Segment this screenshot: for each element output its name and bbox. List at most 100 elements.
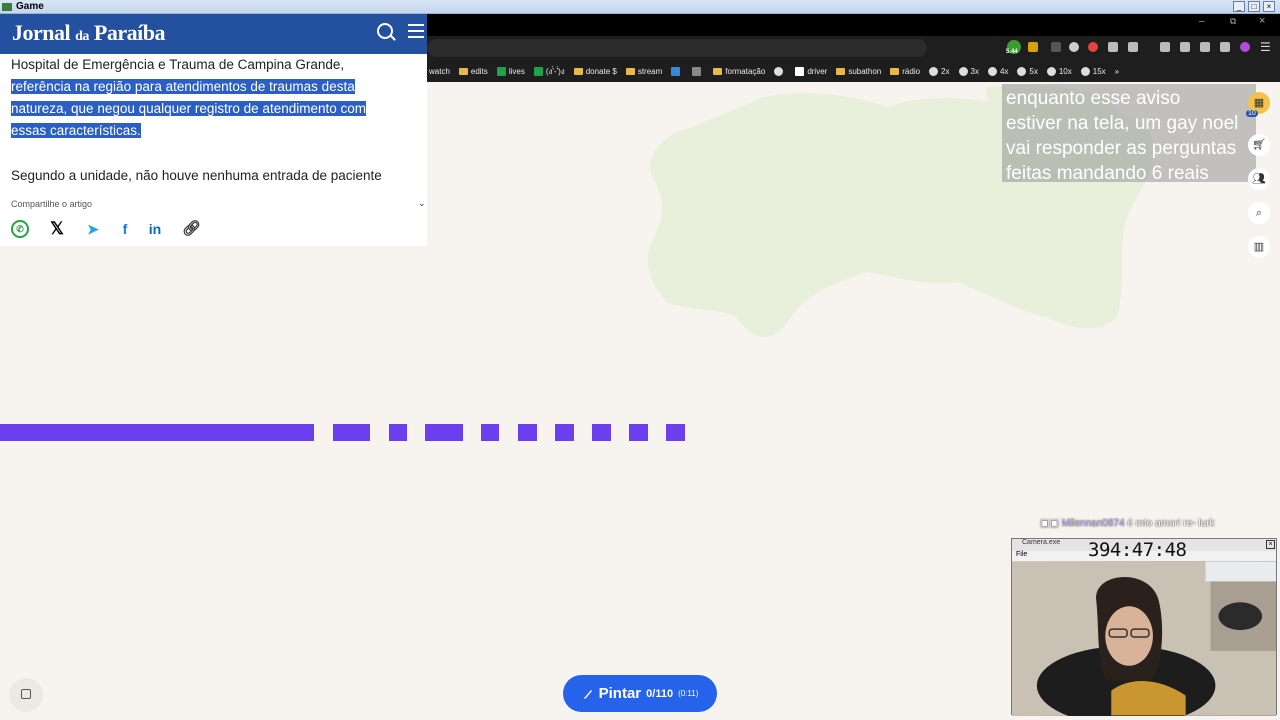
address-bar[interactable] <box>427 39 927 57</box>
minimize-button[interactable]: _ <box>1233 1 1245 12</box>
extension-icon[interactable] <box>1240 42 1250 52</box>
globe-icon <box>929 66 939 76</box>
template-icon <box>21 689 31 699</box>
extension-icon[interactable] <box>1088 42 1098 52</box>
bookmark-label: edits <box>470 66 488 76</box>
bookmark-label: donate $ <box>585 66 617 76</box>
overlay-line: enquanto esse aviso <box>1006 88 1181 109</box>
green-plus-icon <box>496 66 506 76</box>
bookmark-item[interactable]: rádio <box>890 67 920 76</box>
bookmark-label: stream <box>637 66 663 76</box>
pixel-segment <box>481 424 499 441</box>
chevron-down-icon[interactable]: ⌄ <box>418 198 426 209</box>
browser-restore-icon[interactable]: ⧉ <box>1230 16 1236 27</box>
pixel-segment <box>0 424 314 441</box>
link-icon[interactable]: 🔗︎ <box>182 220 201 238</box>
webcam-close-icon[interactable]: × <box>1266 540 1275 549</box>
article-text: Hospital de Emergência e Trauma de Campi… <box>11 57 345 72</box>
folder-icon <box>625 67 635 75</box>
app-icon <box>2 3 12 11</box>
close-button[interactable]: × <box>1263 1 1275 12</box>
bookmark-item[interactable]: 2x <box>929 66 950 76</box>
overlay-line: vai responder as perguntas <box>1006 138 1237 159</box>
bookmark-item[interactable]: donate $ <box>573 66 617 76</box>
bookmark-item[interactable]: 15x <box>1080 66 1106 76</box>
menu-icon[interactable]: ☰ <box>1260 40 1271 54</box>
x-icon[interactable]: 𝕏 <box>48 220 66 238</box>
bookmark-item[interactable]: driver <box>795 66 827 76</box>
globe-icon <box>987 66 997 76</box>
bookmarks-bar: watch edits lives (ง'̀-'́)ง donate $ stream fo… <box>427 60 1280 82</box>
webcam-window: Camera.exe File 394:47:48 × <box>1011 538 1277 716</box>
pixel-segment <box>629 424 648 441</box>
overlay-line: estiver na tela, um gay noel <box>1006 113 1239 134</box>
article-text-selected: referência na região para atendimentos d… <box>11 79 355 94</box>
browser-close-icon[interactable]: × <box>1259 15 1265 27</box>
users-icon[interactable]: 👥︎ <box>1248 168 1270 190</box>
bookmark-item[interactable]: subathon <box>836 67 881 76</box>
chat-message: ▣▣ Milennan0874 é mto amor! re- lurk <box>1040 518 1215 529</box>
bookmark-item[interactable]: 10x <box>1046 66 1072 76</box>
wallet-icon[interactable] <box>1180 42 1190 52</box>
window-titlebar: Game _ □ × <box>0 0 1280 14</box>
stream-overlay-notice: enquanto esse aviso estiver na tela, um … <box>1002 84 1256 184</box>
extension-icon[interactable] <box>1028 42 1038 52</box>
chat-text: é mto amor! re- lurk <box>1127 518 1215 529</box>
extension-icon[interactable] <box>1069 42 1079 52</box>
bookmark-item[interactable]: formatação <box>713 67 765 76</box>
folder-icon <box>890 67 900 75</box>
bookmark-label: 15x <box>1092 66 1106 76</box>
overlay-line: feitas mandando 6 reais <box>1006 163 1209 184</box>
extension-icon[interactable] <box>1108 42 1118 52</box>
facebook-icon[interactable]: f <box>116 220 134 238</box>
globe-icon <box>958 66 968 76</box>
bookmark-item[interactable]: 5x <box>1017 66 1038 76</box>
bookmark-item[interactable]: 4x <box>987 66 1009 76</box>
folder-icon <box>713 67 723 75</box>
browser-toolbar: 5.44 ☰ <box>427 36 1280 60</box>
shield-icon[interactable] <box>1220 42 1230 52</box>
bookmark-item[interactable]: 3x <box>958 66 979 76</box>
pixel-segment <box>333 424 370 441</box>
leaderboard-icon[interactable]: ▥ <box>1248 236 1270 258</box>
sidebar-icon[interactable] <box>1160 42 1170 52</box>
bookmark-item[interactable]: lives <box>496 66 525 76</box>
grid-icon <box>692 66 702 76</box>
bookmark-label: 4x <box>999 66 1009 76</box>
browser-minimize-icon[interactable]: – <box>1199 16 1205 27</box>
bookmark-item[interactable]: » <box>1115 67 1119 76</box>
cart-icon[interactable]: 🛒︎ <box>1248 134 1270 156</box>
maximize-button[interactable]: □ <box>1248 1 1260 12</box>
search-map-icon[interactable]: ⌕ <box>1248 202 1270 224</box>
telegram-icon[interactable]: ➤ <box>84 220 102 238</box>
linkedin-icon[interactable]: in <box>146 220 164 238</box>
bookmark-label: watch <box>429 66 450 76</box>
window-title: Game <box>16 1 44 12</box>
search-icon[interactable] <box>377 23 393 39</box>
extension-icon[interactable] <box>1128 42 1138 52</box>
chat-badge-icon: ▣▣ <box>1040 518 1059 529</box>
bookmark-item[interactable] <box>671 66 683 76</box>
whatsapp-icon[interactable]: ✆ <box>11 220 29 238</box>
hamburger-menu-icon[interactable] <box>408 24 424 38</box>
globe-icon <box>1017 66 1027 76</box>
bookmark-item[interactable] <box>692 66 704 76</box>
extension-icon[interactable] <box>1200 42 1210 52</box>
chat-username: Milennan0874 <box>1061 518 1125 529</box>
browser-tabbar: – ⧉ × <box>427 14 1280 36</box>
extension-icon[interactable] <box>1051 42 1061 52</box>
bookmark-item[interactable]: edits <box>458 66 488 76</box>
folder-icon <box>836 67 846 75</box>
folder-icon <box>458 67 468 75</box>
paint-button[interactable]: Pintar 0/110 (0:11) <box>563 675 717 712</box>
bookmark-label: 2x <box>941 66 950 76</box>
bookmark-item[interactable]: watch <box>429 67 450 76</box>
bookmark-item[interactable]: stream <box>625 66 663 76</box>
bookmark-item[interactable] <box>774 66 786 76</box>
bottom-left-button[interactable] <box>9 678 43 712</box>
bookmark-item[interactable]: (ง'̀-'́)ง <box>533 65 565 78</box>
green-icon <box>533 66 543 76</box>
extension-badge-text: 5.44 <box>1006 49 1018 55</box>
white-square-icon <box>795 66 805 76</box>
news-logo[interactable]: Jornal da Paraíba <box>12 20 165 46</box>
